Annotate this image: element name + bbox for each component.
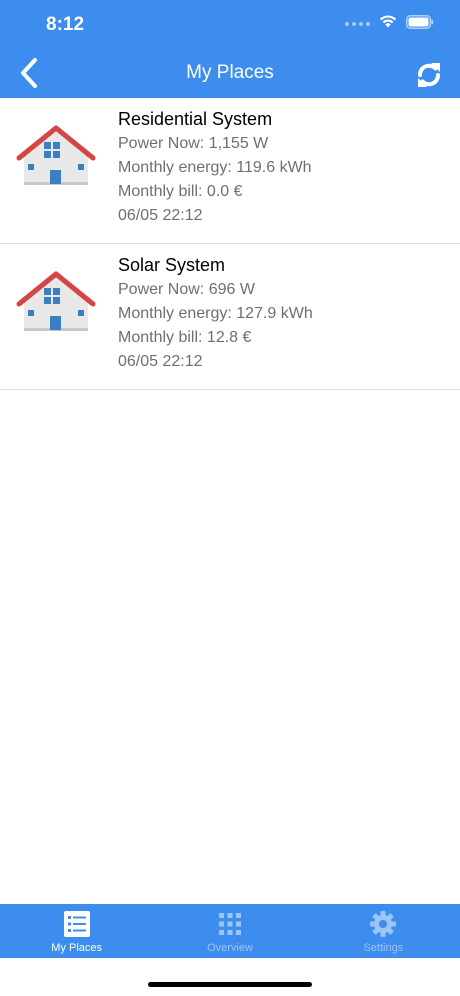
- status-time: 8:12: [46, 14, 85, 35]
- top-bar: 8:12 My Places: [0, 0, 460, 98]
- battery-icon: [406, 14, 434, 34]
- gear-icon: [370, 911, 397, 937]
- place-details: Solar System Power Now: 696 W Monthly en…: [118, 254, 313, 374]
- home-indicator[interactable]: [148, 982, 312, 987]
- tab-overview[interactable]: Overview: [153, 904, 306, 958]
- status-indicators: [345, 14, 434, 34]
- wifi-icon: [378, 14, 398, 34]
- home-area: [0, 958, 460, 996]
- house-icon: [16, 266, 96, 334]
- refresh-button[interactable]: [412, 58, 446, 92]
- place-name: Residential System: [118, 109, 273, 129]
- tab-my-places[interactable]: My Places: [0, 904, 153, 958]
- place-details: Residential System Power Now: 1,155 W Mo…: [118, 108, 312, 228]
- cellular-signal-icon: [345, 22, 370, 26]
- refresh-icon: [418, 63, 440, 87]
- monthly-energy: Monthly energy: 119.6 kWh: [118, 159, 312, 176]
- house-icon: [16, 120, 96, 188]
- tab-label: Settings: [363, 942, 404, 954]
- list-icon: [63, 911, 90, 937]
- app-screen: 8:12 My Places Residential System Power …: [0, 0, 460, 996]
- last-updated: 06/05 22:12: [118, 207, 203, 224]
- tab-label: My Places: [51, 942, 103, 954]
- places-list: Residential System Power Now: 1,155 W Mo…: [0, 98, 460, 390]
- place-row-solar[interactable]: Solar System Power Now: 696 W Monthly en…: [0, 244, 460, 390]
- place-name: Solar System: [118, 255, 226, 275]
- grid-icon: [218, 913, 241, 935]
- page-title: My Places: [186, 62, 274, 83]
- tab-bar: My Places Overview Settings: [0, 904, 460, 958]
- power-now: Power Now: 696 W: [118, 281, 255, 298]
- place-row-residential[interactable]: Residential System Power Now: 1,155 W Mo…: [0, 98, 460, 244]
- power-now: Power Now: 1,155 W: [118, 135, 269, 152]
- monthly-energy: Monthly energy: 127.9 kWh: [118, 305, 313, 322]
- tab-settings[interactable]: Settings: [307, 904, 460, 958]
- tab-label: Overview: [207, 942, 253, 954]
- monthly-bill: Monthly bill: 12.8 €: [118, 329, 252, 346]
- last-updated: 06/05 22:12: [118, 353, 203, 370]
- monthly-bill: Monthly bill: 0.0 €: [118, 183, 243, 200]
